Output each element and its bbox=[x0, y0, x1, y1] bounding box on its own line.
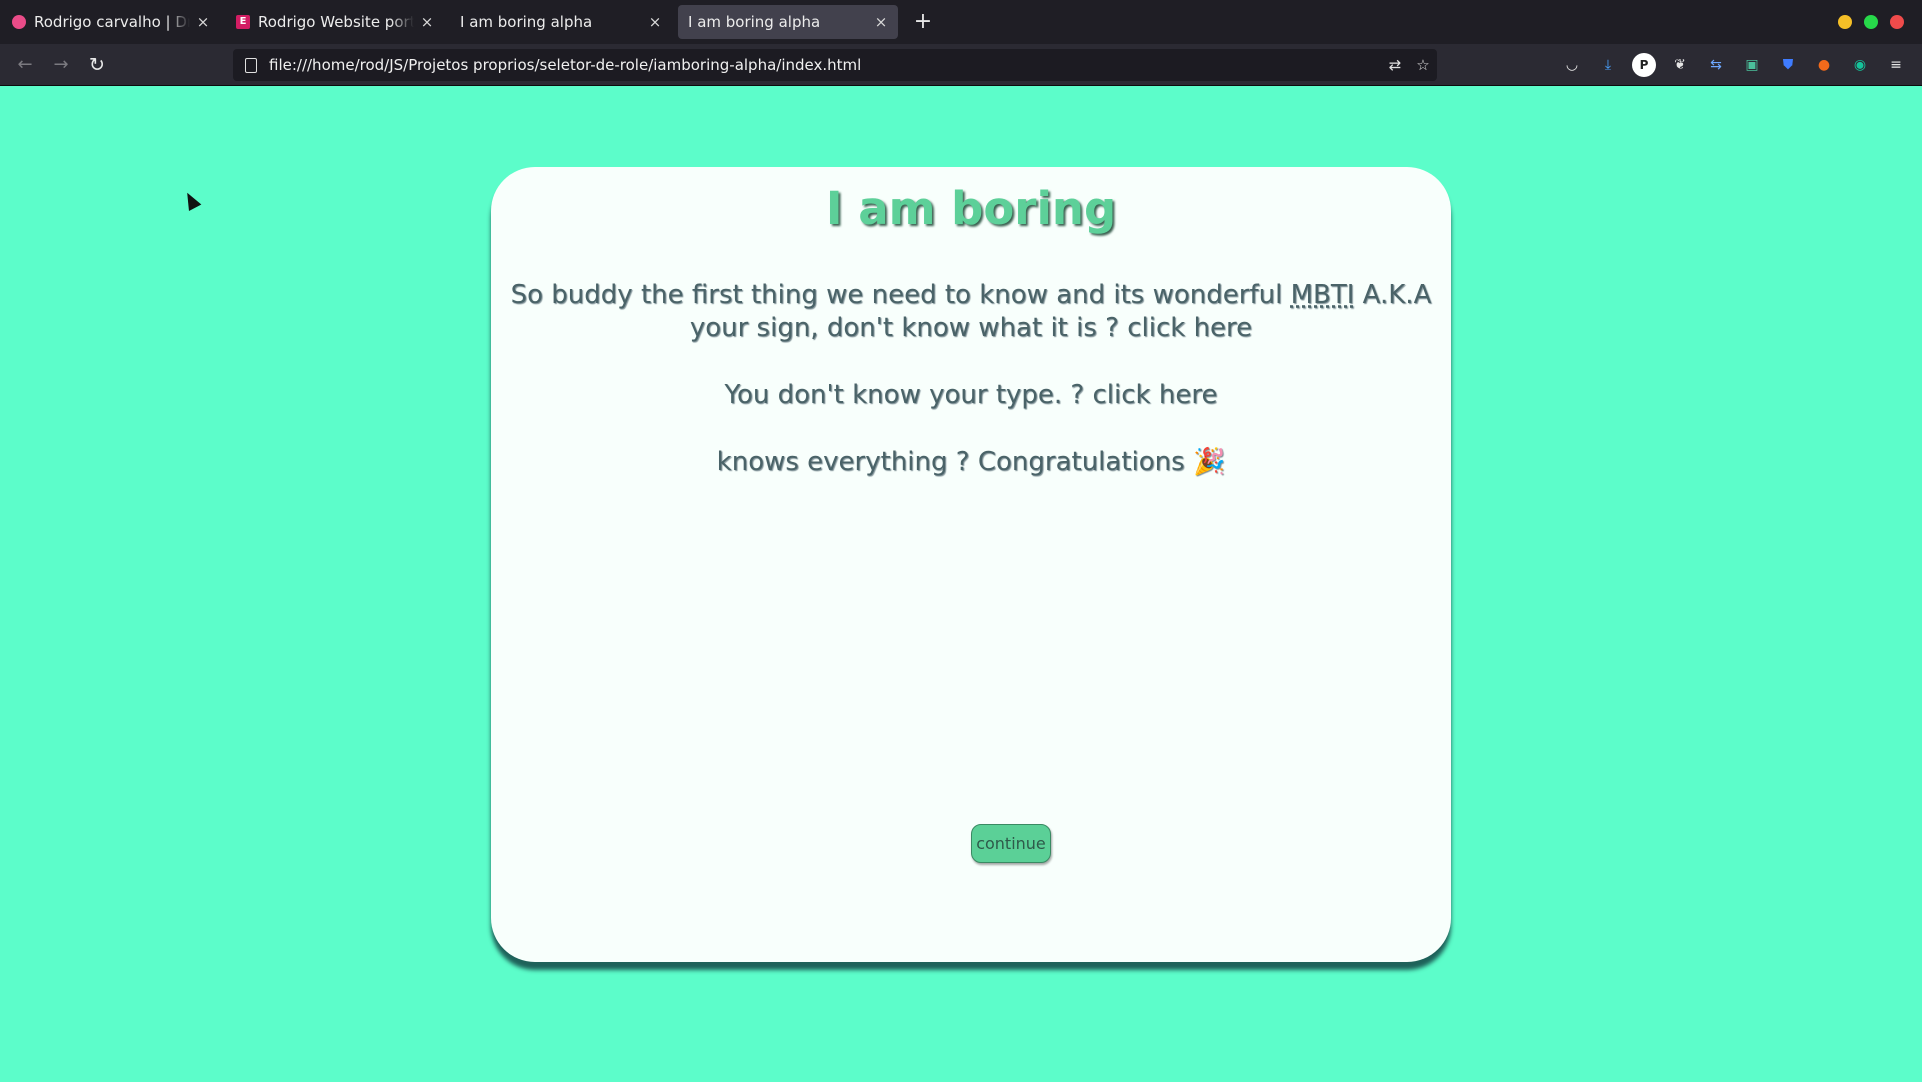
translate-page-icon[interactable]: ⇄ bbox=[1381, 56, 1409, 74]
tab-iamboring-2[interactable]: I am boring alpha × bbox=[678, 5, 898, 39]
pocket-icon[interactable]: ◡ bbox=[1560, 53, 1584, 77]
translate-icon[interactable]: ⇆ bbox=[1704, 53, 1728, 77]
duckduckgo-icon[interactable]: ● bbox=[1812, 53, 1836, 77]
reload-icon[interactable]: ↻ bbox=[84, 52, 110, 78]
e-icon: E bbox=[236, 15, 250, 29]
close-icon[interactable]: × bbox=[874, 13, 888, 31]
tab-title: I am boring alpha bbox=[460, 13, 593, 31]
tab-title: Rodrigo carvalho | Dribbble bbox=[34, 13, 190, 31]
extension-p-icon[interactable]: P bbox=[1632, 53, 1656, 77]
close-icon[interactable]: × bbox=[648, 13, 662, 31]
url-text[interactable]: file:///home/rod/JS/Projetos proprios/se… bbox=[269, 56, 1381, 74]
new-tab-button[interactable]: + bbox=[909, 8, 937, 36]
minimize-button[interactable] bbox=[1838, 15, 1852, 29]
forward-icon[interactable]: → bbox=[48, 52, 74, 78]
mbti-abbr[interactable]: MBTI bbox=[1291, 280, 1355, 310]
url-bar[interactable]: file:///home/rod/JS/Projetos proprios/se… bbox=[233, 49, 1437, 81]
tab-portfolio[interactable]: E Rodrigo Website portfolio × bbox=[226, 5, 444, 39]
close-icon[interactable]: × bbox=[420, 13, 434, 31]
page-title: I am boring bbox=[825, 182, 1117, 235]
menu-icon[interactable]: ≡ bbox=[1884, 53, 1908, 77]
mbti-intro-text: So buddy the first thing we need to know… bbox=[491, 279, 1451, 345]
tab-title: I am boring alpha bbox=[688, 13, 821, 31]
nav-bar: ← → ↻ file:///home/rod/JS/Projetos propr… bbox=[0, 44, 1922, 86]
bookmark-star-icon[interactable]: ☆ bbox=[1409, 56, 1437, 74]
close-window-button[interactable] bbox=[1890, 15, 1904, 29]
congratulations-text: knows everything ? Congratulations 🎉 bbox=[716, 447, 1226, 477]
tab-bar: Rodrigo carvalho | Dribbble × E Rodrigo … bbox=[0, 0, 1922, 44]
extension-leaf-icon[interactable]: ❦ bbox=[1668, 53, 1692, 77]
mouse-cursor-icon bbox=[181, 189, 202, 212]
window-controls bbox=[1838, 15, 1904, 29]
tab-title: Rodrigo Website portfolio bbox=[258, 13, 414, 31]
back-icon[interactable]: ← bbox=[12, 52, 38, 78]
toolbar-icons: ◡ ⤓ P ❦ ⇆ ▣ ⛊ ● ◉ ≡ bbox=[1560, 53, 1908, 77]
grammarly-icon[interactable]: ◉ bbox=[1848, 53, 1872, 77]
save-icon[interactable]: ▣ bbox=[1740, 53, 1764, 77]
continue-button[interactable]: continue bbox=[971, 824, 1051, 863]
maximize-button[interactable] bbox=[1864, 15, 1878, 29]
bitwarden-icon[interactable]: ⛊ bbox=[1776, 53, 1800, 77]
tab-dribbble[interactable]: Rodrigo carvalho | Dribbble × bbox=[2, 5, 220, 39]
tab-iamboring-1[interactable]: I am boring alpha × bbox=[450, 5, 672, 39]
download-icon[interactable]: ⤓ bbox=[1596, 53, 1620, 77]
dribbble-icon bbox=[12, 15, 26, 29]
close-icon[interactable]: × bbox=[196, 13, 210, 31]
main-card: I am boring So buddy the first thing we … bbox=[491, 167, 1451, 962]
intro-text-a: So buddy the first thing we need to know… bbox=[510, 280, 1291, 310]
page-icon bbox=[245, 57, 257, 73]
unknown-type-text[interactable]: You don't know your type. ? click here bbox=[491, 379, 1451, 412]
